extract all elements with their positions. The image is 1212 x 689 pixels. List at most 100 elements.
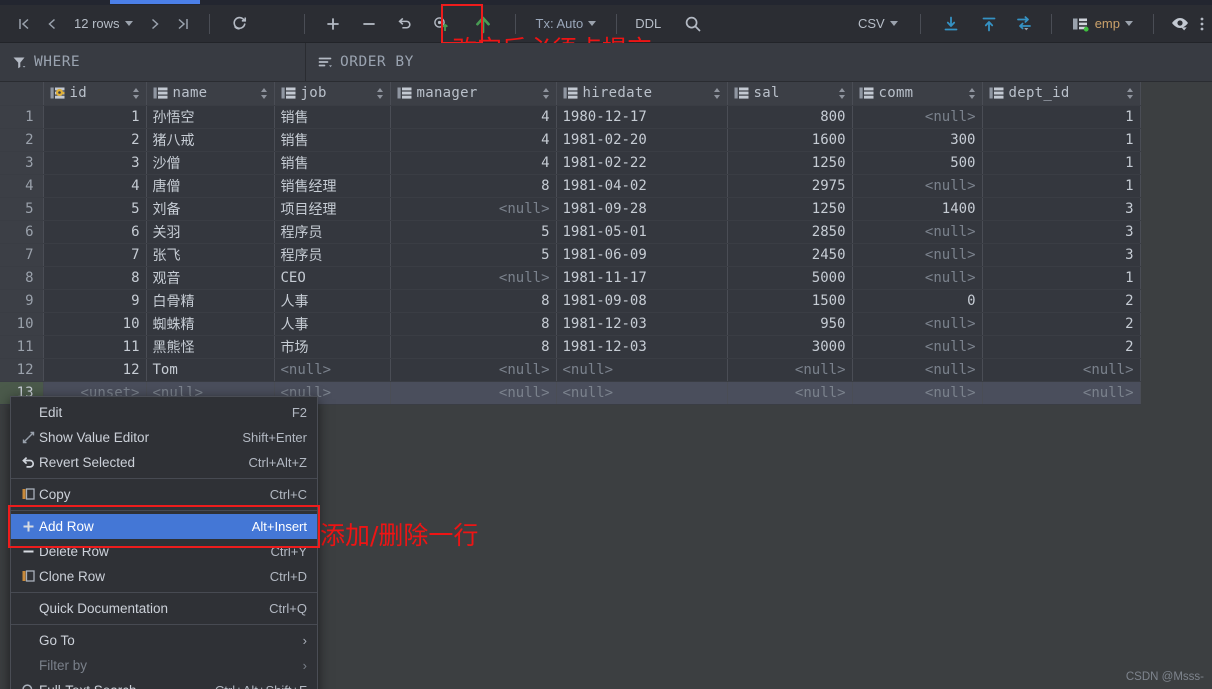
menu-item-clone-row[interactable]: Clone Row Ctrl+D <box>11 564 317 589</box>
table-row[interactable]: 4 4 唐僧 销售经理 8 1981-04-02 2975 <null> 1 <box>0 174 1141 198</box>
table-body[interactable]: 1 1 孙悟空 销售 4 1980-12-17 800 <null> 1 2 2 猪八戒 销售 4 1981… <box>0 105 1141 405</box>
cell-name[interactable]: 猪八戒 <box>146 128 275 152</box>
cell-manager[interactable]: 8 <box>390 335 557 359</box>
cell-comm[interactable]: <null> <box>852 335 983 359</box>
cell-job[interactable]: 项目经理 <box>274 197 391 221</box>
cell-sal[interactable]: 1250 <box>727 197 853 221</box>
cell-comm[interactable]: 0 <box>852 289 983 313</box>
menu-item-revert-selected[interactable]: Revert Selected Ctrl+Alt+Z <box>11 450 317 475</box>
sort-toggle-icon[interactable] <box>132 87 140 100</box>
cell-id[interactable]: 8 <box>43 266 147 290</box>
cell-hiredate[interactable]: 1981-12-03 <box>556 312 728 336</box>
ddl-button[interactable]: DDL <box>631 9 665 39</box>
cell-dept_id[interactable]: 1 <box>982 128 1141 152</box>
row-count-dropdown[interactable]: 12 rows <box>68 11 139 37</box>
cell-sal[interactable]: 2450 <box>727 243 853 267</box>
cell-sal[interactable]: 1250 <box>727 151 853 175</box>
row-number-cell[interactable]: 8 <box>0 266 44 290</box>
go-to-previous-row-icon[interactable] <box>38 9 66 39</box>
cell-hiredate[interactable]: <null> <box>556 358 728 382</box>
column-header-job[interactable]: job <box>274 82 391 106</box>
row-number-cell[interactable]: 4 <box>0 174 44 198</box>
table-row[interactable]: 11 11 黑熊怪 市场 8 1981-12-03 3000 <null> 2 <box>0 335 1141 359</box>
cell-job[interactable]: 销售 <box>274 151 391 175</box>
sort-toggle-icon[interactable] <box>713 87 721 100</box>
row-number-cell[interactable]: 1 <box>0 105 44 129</box>
cell-name[interactable]: Tom <box>146 358 275 382</box>
column-header-hiredate[interactable]: hiredate <box>556 82 728 106</box>
table-row[interactable]: 3 3 沙僧 销售 4 1981-02-22 1250 500 1 <box>0 151 1141 175</box>
cell-comm[interactable]: <null> <box>852 105 983 129</box>
cell-job[interactable]: <null> <box>274 358 391 382</box>
menu-item-edit[interactable]: Edit F2 <box>11 400 317 425</box>
row-number-cell[interactable]: 7 <box>0 243 44 267</box>
table-row[interactable]: 1 1 孙悟空 销售 4 1980-12-17 800 <null> 1 <box>0 105 1141 129</box>
table-row[interactable]: 10 10 蜘蛛精 人事 8 1981-12-03 950 <null> 2 <box>0 312 1141 336</box>
menu-item-full-text-search[interactable]: Full-Text Search… Ctrl+Alt+Shift+F <box>11 678 317 689</box>
cell-id[interactable]: 1 <box>43 105 147 129</box>
cell-sal[interactable]: <null> <box>727 381 853 405</box>
cell-sal[interactable]: 1600 <box>727 128 853 152</box>
cell-manager[interactable]: 8 <box>390 174 557 198</box>
cell-manager[interactable]: 5 <box>390 243 557 267</box>
cell-hiredate[interactable]: 1981-02-20 <box>556 128 728 152</box>
cell-hiredate[interactable]: <null> <box>556 381 728 405</box>
cell-dept_id[interactable]: 2 <box>982 289 1141 313</box>
row-number-cell[interactable]: 6 <box>0 220 44 244</box>
cell-job[interactable]: 销售 <box>274 105 391 129</box>
cell-dept_id[interactable]: 1 <box>982 151 1141 175</box>
cell-comm[interactable]: <null> <box>852 220 983 244</box>
where-filter-input[interactable]: WHERE <box>0 42 306 82</box>
cell-dept_id[interactable]: 1 <box>982 174 1141 198</box>
reload-page-icon[interactable] <box>226 9 254 39</box>
cell-hiredate[interactable]: 1981-02-22 <box>556 151 728 175</box>
row-number-cell[interactable]: 9 <box>0 289 44 313</box>
cell-id[interactable]: 4 <box>43 174 147 198</box>
table-row[interactable]: 5 5 刘备 项目经理 <null> 1981-09-28 1250 1400 3 <box>0 197 1141 221</box>
cell-hiredate[interactable]: 1981-09-28 <box>556 197 728 221</box>
cell-sal[interactable]: 2975 <box>727 174 853 198</box>
row-number-cell[interactable]: 12 <box>0 358 44 382</box>
cell-sal[interactable]: 5000 <box>727 266 853 290</box>
sort-toggle-icon[interactable] <box>1126 87 1134 100</box>
export-format-dropdown[interactable]: CSV <box>852 11 904 37</box>
cell-hiredate[interactable]: 1980-12-17 <box>556 105 728 129</box>
go-to-last-row-icon[interactable] <box>169 9 197 39</box>
cell-dept_id[interactable]: 1 <box>982 266 1141 290</box>
cell-name[interactable]: 蜘蛛精 <box>146 312 275 336</box>
cell-name[interactable]: 沙僧 <box>146 151 275 175</box>
cell-hiredate[interactable]: 1981-06-09 <box>556 243 728 267</box>
cell-sal[interactable]: 1500 <box>727 289 853 313</box>
search-icon[interactable] <box>679 9 707 39</box>
cell-name[interactable]: 白骨精 <box>146 289 275 313</box>
menu-item-copy[interactable]: Copy Ctrl+C <box>11 482 317 507</box>
cell-sal[interactable]: 800 <box>727 105 853 129</box>
table-row[interactable]: 9 9 白骨精 人事 8 1981-09-08 1500 0 2 <box>0 289 1141 313</box>
cell-comm[interactable]: <null> <box>852 174 983 198</box>
cell-id[interactable]: 2 <box>43 128 147 152</box>
delete-row-icon[interactable] <box>355 9 383 39</box>
grid-context-menu[interactable]: Edit F2 Show Value Editor Shift+Enter Revert… <box>10 396 318 689</box>
table-row[interactable]: 8 8 观音 CEO <null> 1981-11-17 5000 <null> 1 <box>0 266 1141 290</box>
cell-comm[interactable]: <null> <box>852 243 983 267</box>
cell-job[interactable]: 人事 <box>274 289 391 313</box>
cell-job[interactable]: 程序员 <box>274 243 391 267</box>
table-selector-dropdown[interactable]: emp <box>1066 11 1139 37</box>
menu-item-add-row[interactable]: Add Row Alt+Insert <box>11 514 317 539</box>
add-row-icon[interactable] <box>319 9 347 39</box>
cell-name[interactable]: 孙悟空 <box>146 105 275 129</box>
cell-hiredate[interactable]: 1981-11-17 <box>556 266 728 290</box>
cell-name[interactable]: 观音 <box>146 266 275 290</box>
cell-manager[interactable]: <null> <box>390 381 557 405</box>
cell-id[interactable]: 12 <box>43 358 147 382</box>
cell-name[interactable]: 唐僧 <box>146 174 275 198</box>
row-number-cell[interactable]: 3 <box>0 151 44 175</box>
cell-dept_id[interactable]: 3 <box>982 197 1141 221</box>
menu-item-show-value-editor[interactable]: Show Value Editor Shift+Enter <box>11 425 317 450</box>
cell-id[interactable]: 3 <box>43 151 147 175</box>
cell-hiredate[interactable]: 1981-12-03 <box>556 335 728 359</box>
cell-dept_id[interactable]: 3 <box>982 243 1141 267</box>
sort-toggle-icon[interactable] <box>838 87 846 100</box>
cell-comm[interactable]: <null> <box>852 358 983 382</box>
cell-dept_id[interactable]: 1 <box>982 105 1141 129</box>
